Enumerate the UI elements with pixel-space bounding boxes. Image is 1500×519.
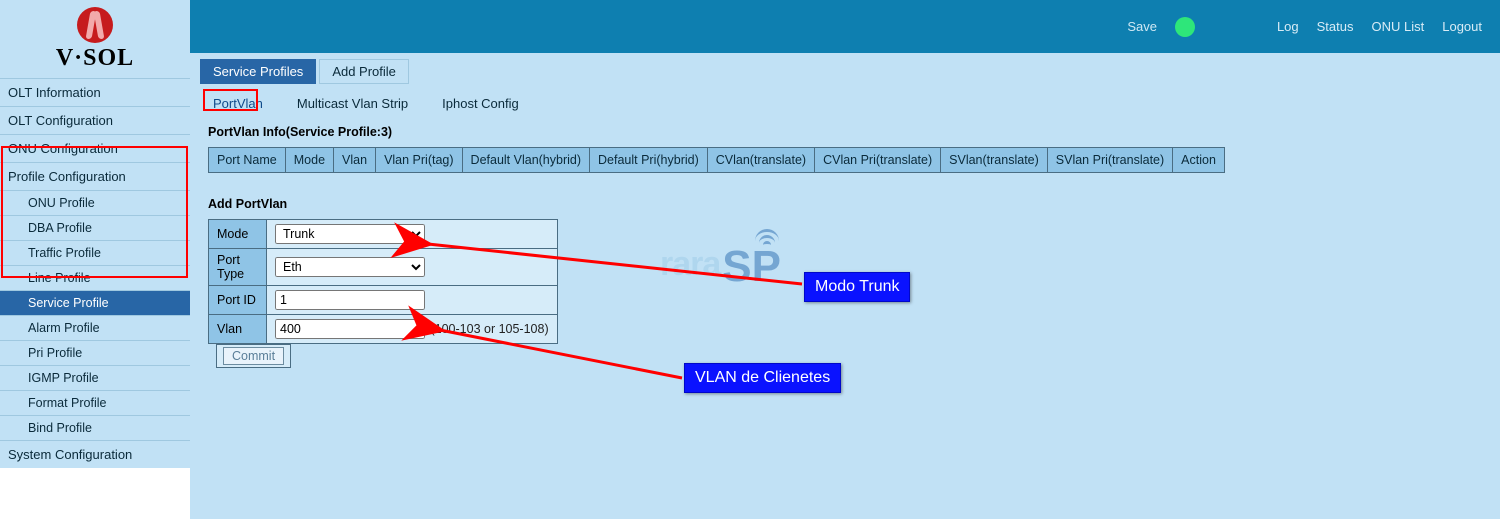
mode-select[interactable]: Trunk: [275, 224, 425, 244]
tab-iphost-config[interactable]: Iphost Config: [431, 92, 530, 115]
nav-system-configuration[interactable]: System Configuration: [0, 440, 190, 468]
label-mode: Mode: [209, 220, 267, 249]
tabs-level-2: PortVlan Multicast Vlan Strip Iphost Con…: [200, 92, 1490, 115]
onu-list-link[interactable]: ONU List: [1372, 19, 1425, 34]
nav-format-profile[interactable]: Format Profile: [0, 390, 190, 415]
tab-multicast-vlan-strip[interactable]: Multicast Vlan Strip: [286, 92, 419, 115]
brand-text: V·SOL: [56, 45, 134, 72]
nav-line-profile[interactable]: Line Profile: [0, 265, 190, 290]
commit-button[interactable]: Commit: [223, 347, 284, 365]
topbar: Save Log Status ONU List Logout: [190, 0, 1500, 53]
status-dot-icon: [1175, 17, 1195, 37]
nav-onu-configuration[interactable]: ONU Configuration: [0, 134, 190, 162]
annotation-callout-vlan: VLAN de Clienetes: [684, 363, 841, 393]
nav-traffic-profile[interactable]: Traffic Profile: [0, 240, 190, 265]
port-type-select[interactable]: Eth: [275, 257, 425, 277]
col-svlan-translate: SVlan(translate): [941, 148, 1048, 173]
logout-link[interactable]: Logout: [1442, 19, 1482, 34]
nav-alarm-profile[interactable]: Alarm Profile: [0, 315, 190, 340]
col-action: Action: [1173, 148, 1225, 173]
nav-olt-configuration[interactable]: OLT Configuration: [0, 106, 190, 134]
brand-logo: V·SOL: [0, 0, 190, 78]
sidebar: V·SOL OLT Information OLT Configuration …: [0, 0, 190, 468]
log-link[interactable]: Log: [1277, 19, 1299, 34]
label-port-id: Port ID: [209, 286, 267, 315]
nav-igmp-profile[interactable]: IGMP Profile: [0, 365, 190, 390]
vlan-hint: (100-103 or 105-108): [430, 322, 548, 336]
col-mode: Mode: [285, 148, 333, 173]
col-svlan-pri-translate: SVlan Pri(translate): [1047, 148, 1172, 173]
nav-onu-profile[interactable]: ONU Profile: [0, 190, 190, 215]
col-default-pri: Default Pri(hybrid): [590, 148, 708, 173]
nav-olt-information[interactable]: OLT Information: [0, 78, 190, 106]
col-default-vlan: Default Vlan(hybrid): [462, 148, 589, 173]
annotation-callout-mode: Modo Trunk: [804, 272, 910, 302]
port-id-input[interactable]: [275, 290, 425, 310]
nav-service-profile[interactable]: Service Profile: [0, 290, 190, 315]
brand-logo-icon: [77, 7, 113, 43]
col-port-name: Port Name: [209, 148, 286, 173]
label-vlan: Vlan: [209, 315, 267, 344]
col-vlan: Vlan: [334, 148, 376, 173]
tab-service-profiles[interactable]: Service Profiles: [200, 59, 316, 84]
nav-profile-configuration[interactable]: Profile Configuration: [0, 162, 190, 190]
col-vlan-pri: Vlan Pri(tag): [376, 148, 462, 173]
col-cvlan-pri-translate: CVlan Pri(translate): [815, 148, 941, 173]
tab-portvlan[interactable]: PortVlan: [202, 92, 274, 115]
tabs-level-1: Service Profiles Add Profile: [200, 59, 1490, 84]
portvlan-info-title: PortVlan Info(Service Profile:3): [208, 125, 1490, 139]
status-link[interactable]: Status: [1317, 19, 1354, 34]
nav-dba-profile[interactable]: DBA Profile: [0, 215, 190, 240]
nav-pri-profile[interactable]: Pri Profile: [0, 340, 190, 365]
add-portvlan-title: Add PortVlan: [208, 197, 1490, 211]
save-link[interactable]: Save: [1127, 19, 1157, 34]
tab-add-profile[interactable]: Add Profile: [319, 59, 409, 84]
portvlan-info-table: Port Name Mode Vlan Vlan Pri(tag) Defaul…: [208, 147, 1490, 173]
col-cvlan-translate: CVlan(translate): [707, 148, 814, 173]
nav-bind-profile[interactable]: Bind Profile: [0, 415, 190, 440]
label-port-type: Port Type: [209, 249, 267, 286]
vlan-input[interactable]: [275, 319, 425, 339]
